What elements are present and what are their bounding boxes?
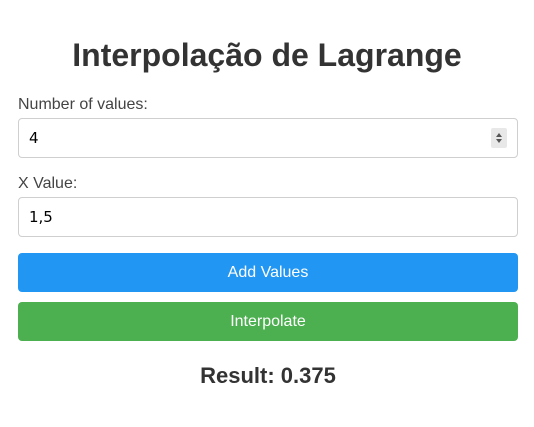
x-value-input[interactable]: 1,5 (18, 197, 518, 237)
number-of-values-input[interactable]: 4 (18, 118, 518, 158)
number-of-values-text: 4 (29, 129, 39, 147)
interpolate-button[interactable]: Interpolate (18, 302, 518, 341)
stepper-down-icon[interactable] (496, 139, 502, 143)
result-text: Result: 0.375 (200, 363, 336, 388)
stepper-up-icon[interactable] (496, 133, 502, 137)
page-title: Interpolação de Lagrange (72, 37, 462, 73)
add-values-button[interactable]: Add Values (18, 253, 518, 292)
x-value-label: X Value: (18, 175, 78, 192)
number-stepper-icon[interactable] (491, 128, 507, 148)
app-container: Interpolação de Lagrange Number of value… (0, 0, 534, 427)
x-value-text: 1,5 (29, 208, 53, 226)
number-of-values-label: Number of values: (18, 96, 148, 113)
